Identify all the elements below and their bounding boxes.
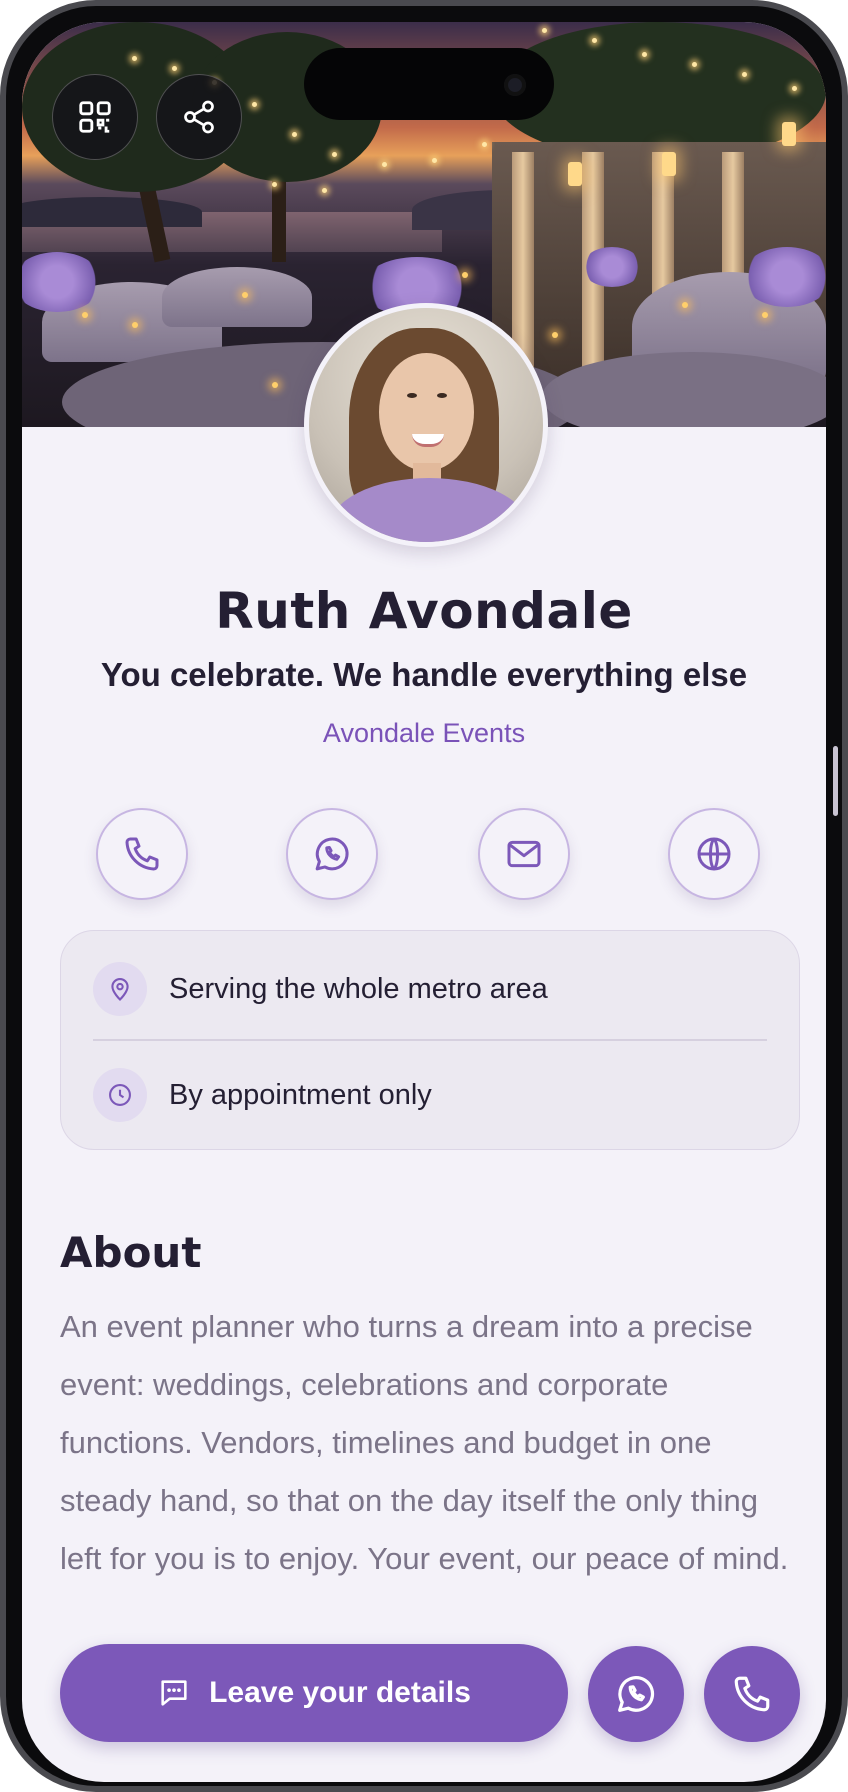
website-button[interactable] [668,808,760,900]
profile-tagline: You celebrate. We handle everything else [100,656,748,693]
globe-icon [697,837,731,871]
string-light [292,132,297,137]
location-icon-badge [93,962,147,1016]
phone-frame: Ruth Avondale You celebrate. We handle e… [0,0,848,1792]
string-light [382,162,387,167]
whatsapp-icon [618,1676,655,1712]
candle [682,302,688,308]
eye [437,393,447,398]
profile-name: Ruth Avondale [215,582,633,640]
share-button[interactable] [156,74,242,160]
leave-details-label: Leave your details [209,1676,471,1709]
hours-row: By appointment only [93,1065,763,1125]
phone-icon [125,837,159,871]
about-heading: About [60,1228,202,1277]
candle [242,292,248,298]
divider [93,1039,767,1041]
camera [504,74,526,96]
string-light [272,182,277,187]
string-light [432,158,437,163]
string-light [592,38,597,43]
scrollbar[interactable] [833,746,838,816]
map-pin-icon [111,978,129,1001]
string-light [482,142,487,147]
candle [132,322,138,328]
clock-icon [109,1084,131,1106]
bottom-fade [22,1612,826,1632]
candle [552,332,558,338]
whatsapp-icon [315,837,349,871]
phone-icon [734,1676,770,1712]
location-row[interactable]: Serving the whole metro area [93,959,763,1019]
candle [762,312,768,318]
string-light [742,72,747,77]
eye [407,393,417,398]
string-light [332,152,337,157]
string-light [252,102,257,107]
about-text: An event planner who turns a dream into … [60,1309,789,1576]
lantern [662,152,676,176]
string-light [692,62,697,67]
flower-centerpiece [582,247,642,287]
avatar [304,303,548,547]
candle [272,382,278,388]
hill [22,197,202,227]
qr-code-button[interactable] [52,74,138,160]
candle [462,272,468,278]
whatsapp-button[interactable] [286,808,378,900]
table [162,267,312,327]
screen: Ruth Avondale You celebrate. We handle e… [22,22,826,1782]
profile-photo [309,308,543,542]
call-button[interactable] [96,808,188,900]
lantern [568,162,582,186]
qr-code-icon [79,101,111,133]
leave-details-button[interactable]: Leave your details [60,1644,568,1742]
share-icon [184,100,214,134]
string-light [642,52,647,57]
location-text: Serving the whole metro area [169,972,548,1005]
company-link[interactable]: Avondale Events [22,718,826,749]
string-light [322,188,327,193]
mail-icon [507,840,541,868]
string-light [542,28,547,33]
phone-fab[interactable] [704,1646,800,1742]
email-button[interactable] [478,808,570,900]
candle [82,312,88,318]
string-light [792,86,797,91]
face [379,353,474,471]
hours-text: By appointment only [169,1078,432,1111]
flower-centerpiece [742,247,826,307]
message-icon [161,1680,187,1706]
string-light [132,56,137,61]
whatsapp-fab[interactable] [588,1646,684,1742]
lantern [782,122,796,146]
hours-icon-badge [93,1068,147,1122]
string-light [172,66,177,71]
info-card: Serving the whole metro area By appointm… [60,930,800,1150]
